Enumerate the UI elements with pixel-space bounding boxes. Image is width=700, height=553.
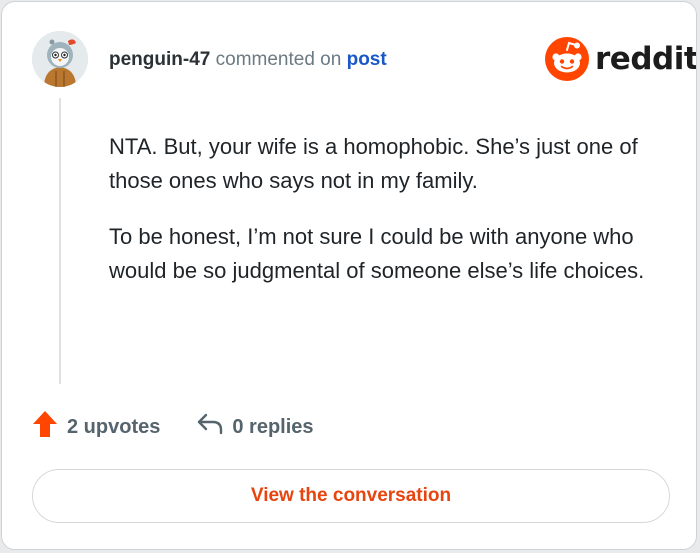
comment-actions: 2 upvotes 0 replies bbox=[32, 409, 314, 445]
comment-body: NTA. But, your wife is a homophobic. She… bbox=[109, 130, 669, 310]
comment-action-text: commented on bbox=[215, 49, 342, 70]
reddit-snoo-icon bbox=[545, 37, 589, 81]
reddit-logo[interactable]: reddit bbox=[545, 37, 697, 81]
reddit-wordmark: reddit bbox=[595, 41, 697, 77]
view-conversation-button[interactable]: View the conversation bbox=[32, 469, 670, 523]
replies-button[interactable]: 0 replies bbox=[196, 412, 314, 442]
post-link[interactable]: post bbox=[347, 49, 387, 70]
comment-paragraph: To be honest, I’m not sure I could be wi… bbox=[109, 224, 645, 283]
avatar[interactable] bbox=[32, 31, 88, 87]
comment-header: penguin-47 commented on post bbox=[109, 48, 387, 72]
replies-count: 0 replies bbox=[232, 415, 314, 438]
upvotes-button[interactable]: 2 upvotes bbox=[32, 410, 160, 444]
thread-line bbox=[59, 98, 61, 384]
comment-card: penguin-47 commented on post reddit NTA.… bbox=[1, 1, 697, 550]
upvotes-count: 2 upvotes bbox=[67, 415, 161, 438]
comment-paragraph: NTA. But, your wife is a homophobic. She… bbox=[109, 134, 638, 193]
upvote-arrow-icon bbox=[32, 410, 58, 444]
reply-arrow-icon bbox=[196, 412, 224, 442]
username[interactable]: penguin-47 bbox=[109, 49, 210, 70]
user-avatar-icon bbox=[32, 31, 88, 87]
